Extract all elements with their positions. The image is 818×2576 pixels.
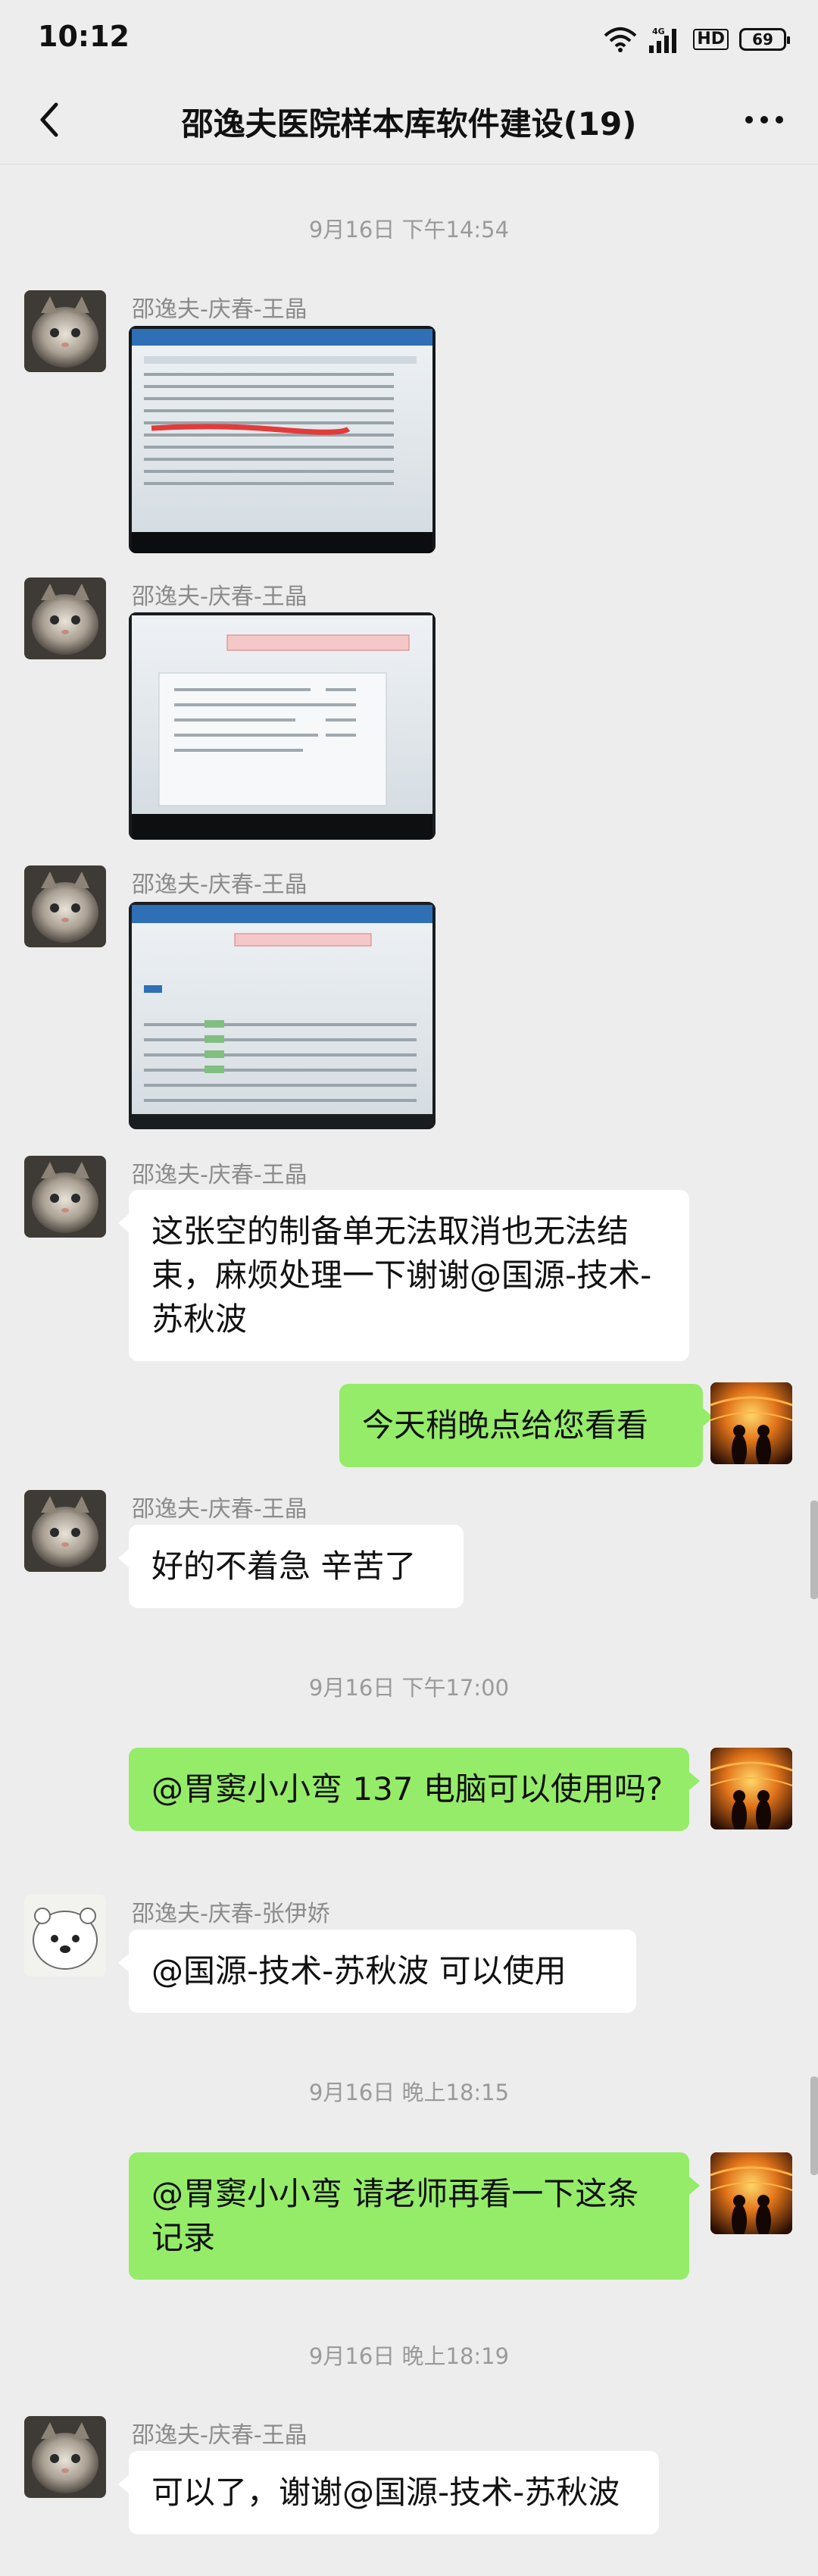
avatar-self[interactable] bbox=[710, 1748, 792, 1829]
timestamp: 9月16日 晚上18:19 bbox=[308, 2343, 510, 2369]
back-arrow-icon[interactable] bbox=[29, 97, 74, 142]
battery-icon: 69 bbox=[739, 28, 790, 51]
message-bubble-self[interactable]: @胃窦小小弯 请老师再看一下这条记录 bbox=[129, 2152, 700, 2280]
message-bubble-self[interactable]: @胃窦小小弯 137 电脑可以使用吗? bbox=[129, 1748, 700, 1831]
avatar-zhangyijiao[interactable] bbox=[24, 1895, 106, 1977]
status-icons: 4G HD 69 bbox=[604, 23, 790, 56]
avatar-wangjing[interactable] bbox=[24, 2416, 106, 2498]
timestamp: 9月16日 下午17:00 bbox=[308, 1675, 510, 1701]
chat-header: 邵逸夫医院样本库软件建设(19) bbox=[0, 76, 818, 164]
scrollbar-thumb[interactable] bbox=[810, 1501, 818, 1599]
status-time: 10:12 bbox=[38, 20, 130, 53]
message-bubble-self[interactable]: 今天稍晚点给您看看 bbox=[339, 1384, 713, 1467]
avatar-wangjing[interactable] bbox=[24, 577, 106, 659]
sender-name: 邵逸夫-庆春-王晶 bbox=[132, 872, 308, 898]
avatar-self[interactable] bbox=[710, 2152, 792, 2234]
message-image[interactable] bbox=[129, 326, 436, 553]
message-bubble[interactable]: 可以了，谢谢@国源-技术-苏秋波 bbox=[118, 2451, 659, 2534]
sender-name: 邵逸夫-庆春-王晶 bbox=[132, 1496, 308, 1523]
message-bubble[interactable]: 好的不着急 辛苦了 bbox=[118, 1525, 464, 1608]
status-bar: 10:12 4G HD 69 bbox=[0, 0, 818, 76]
avatar-wangjing[interactable] bbox=[24, 1156, 106, 1238]
signal-icon: 4G bbox=[649, 27, 677, 53]
scrollbar-thumb[interactable] bbox=[810, 2077, 818, 2175]
battery-level: 69 bbox=[752, 30, 773, 49]
wifi-icon bbox=[604, 27, 637, 52]
message-bubble[interactable]: 这张空的制备单无法取消也无法结束，麻烦处理一下谢谢@国源-技术-苏秋波 bbox=[118, 1190, 689, 1361]
message-image[interactable] bbox=[129, 612, 436, 840]
avatar-wangjing[interactable] bbox=[24, 865, 106, 947]
svg-text:4G: 4G bbox=[652, 27, 665, 36]
sender-name: 邵逸夫-庆春-王晶 bbox=[132, 2422, 308, 2449]
sender-name: 邵逸夫-庆春-王晶 bbox=[132, 1162, 308, 1188]
chat-title: 邵逸夫医院样本库软件建设(19) bbox=[181, 105, 637, 142]
sender-name: 邵逸夫-庆春-张伊娇 bbox=[132, 1901, 330, 1927]
sender-name: 邵逸夫-庆春-王晶 bbox=[132, 296, 308, 323]
timestamp: 9月16日 晚上18:15 bbox=[308, 2080, 510, 2105]
hd-badge: HD bbox=[693, 29, 729, 50]
avatar-wangjing[interactable] bbox=[24, 290, 106, 372]
timestamp: 9月16日 下午14:54 bbox=[308, 217, 510, 243]
message-bubble[interactable]: @国源-技术-苏秋波 可以使用 bbox=[118, 1930, 636, 2013]
message-image[interactable] bbox=[129, 902, 436, 1129]
avatar-self[interactable] bbox=[710, 1382, 792, 1464]
avatar-wangjing[interactable] bbox=[24, 1490, 106, 1572]
sender-name: 邵逸夫-庆春-王晶 bbox=[132, 584, 308, 610]
more-icon[interactable] bbox=[738, 97, 791, 142]
